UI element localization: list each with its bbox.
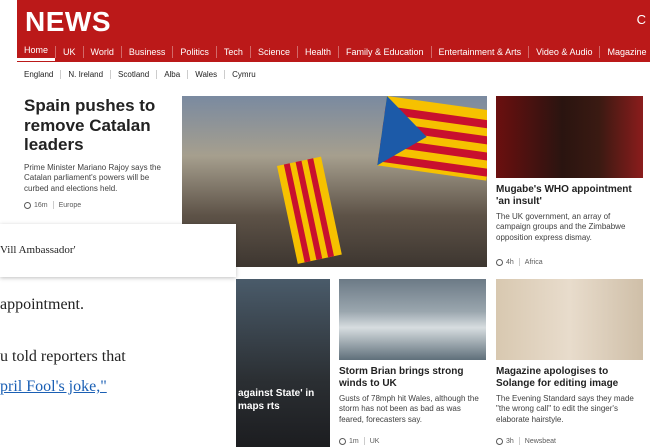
nav-item-home[interactable]: Home (17, 44, 56, 61)
nav-item-science[interactable]: Science (249, 46, 297, 58)
clock-icon (24, 201, 31, 209)
nav-item-tech[interactable]: Tech (215, 46, 250, 58)
mugabe-section-link[interactable]: Africa (525, 259, 543, 266)
lead-headline[interactable]: Spain pushes to remove Catalan leaders (24, 96, 174, 155)
solange-section-link[interactable]: Newsbeat (525, 438, 556, 445)
nav-item-family-education[interactable]: Family & Education (337, 46, 431, 58)
solange-summary: The Evening Standard says they made "the… (496, 394, 634, 424)
lead-time: 16m (34, 201, 48, 209)
storm-time: 1m (349, 437, 359, 445)
nav-item-health[interactable]: Health (296, 46, 338, 58)
nav-item-politics[interactable]: Politics (172, 46, 216, 58)
storm-headline[interactable]: Storm Brian brings strong winds to UK (339, 366, 486, 390)
lead-meta: 16m Europe (24, 201, 81, 209)
subnav-item-n-ireland[interactable]: N. Ireland (60, 70, 110, 79)
nav-item-magazine[interactable]: Magazine (599, 46, 650, 58)
overlay-quote-link[interactable]: pril Fool's joke," (0, 378, 107, 396)
isis-maps-caption[interactable]: against State' in maps rts (238, 388, 330, 413)
subnav-item-cymru[interactable]: Cymru (224, 70, 263, 79)
header-bar: NEWS C Home UK World Business Politics T… (17, 0, 650, 62)
lead-summary: Prime Minister Mariano Rajoy says the Ca… (24, 163, 161, 193)
meta-divider (363, 437, 365, 445)
meta-divider (518, 258, 520, 266)
subnav-item-wales[interactable]: Wales (187, 70, 224, 79)
clock-icon (496, 258, 503, 266)
mugabe-photo[interactable] (496, 96, 643, 178)
news-logo[interactable]: NEWS (25, 6, 111, 38)
meta-divider (518, 437, 520, 445)
solange-meta: 3h Newsbeat (496, 437, 556, 445)
mugabe-meta: 4h Africa (496, 258, 543, 266)
clock-icon (339, 437, 346, 445)
clock-icon (496, 437, 503, 445)
nav-item-uk[interactable]: UK (55, 46, 83, 58)
region-subnav: England N. Ireland Scotland Alba Wales C… (24, 70, 263, 79)
mugabe-time: 4h (506, 258, 514, 266)
overlay-text-line-2: u told reporters that (0, 348, 126, 365)
article-overlay: Vill Ambassador' appointment. u told rep… (0, 224, 236, 447)
storm-meta: 1m UK (339, 437, 379, 445)
main-nav: Home UK World Business Politics Tech Sci… (17, 42, 650, 62)
solange-headline[interactable]: Magazine apologises to Solange for editi… (496, 366, 643, 390)
subnav-item-scotland[interactable]: Scotland (110, 70, 156, 79)
mugabe-headline[interactable]: Mugabe's WHO appointment 'an insult' (496, 184, 643, 208)
meta-divider (52, 201, 54, 209)
storm-summary: Gusts of 78mph hit Wales, although the s… (339, 394, 479, 424)
solange-time: 3h (506, 437, 514, 445)
lead-section-link[interactable]: Europe (59, 202, 82, 209)
subnav-item-england[interactable]: England (24, 70, 60, 79)
isis-maps-image[interactable] (236, 279, 330, 447)
nav-item-business[interactable]: Business (120, 46, 173, 58)
header-right-fragment[interactable]: C (637, 12, 646, 27)
solange-magazine-image[interactable] (496, 279, 643, 360)
storm-brian-image[interactable] (339, 279, 486, 360)
storm-section-link[interactable]: UK (370, 438, 380, 445)
overlay-card-text: Vill Ambassador' (0, 244, 76, 256)
overlay-card[interactable]: Vill Ambassador' (0, 224, 236, 277)
nav-item-video-audio[interactable]: Video & Audio (528, 46, 599, 58)
subnav-item-alba[interactable]: Alba (156, 70, 187, 79)
overlay-text-line-1: appointment. (0, 296, 84, 313)
nav-item-world[interactable]: World (82, 46, 121, 58)
nav-item-entertainment-arts[interactable]: Entertainment & Arts (430, 46, 529, 58)
mugabe-summary: The UK government, an array of campaign … (496, 212, 626, 242)
